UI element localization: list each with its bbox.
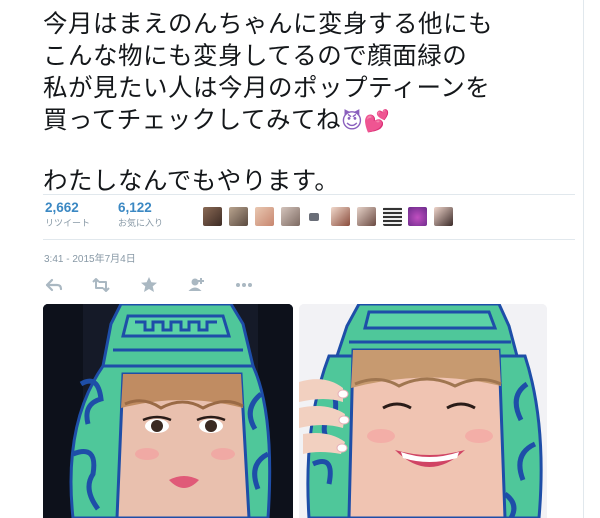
tweet-text-line-content: 買ってチェックしてみてね: [43, 105, 342, 134]
more-icon[interactable]: [234, 275, 254, 295]
favorite-count-link[interactable]: 6,122 お気に入り: [118, 200, 163, 229]
avatar[interactable]: [434, 207, 453, 226]
avatar[interactable]: [357, 207, 376, 226]
tweet-text-line: 今月はまえのんちゃんに変身する他にも: [43, 9, 493, 38]
tweet-timestamp[interactable]: 3:41 - 2015年7月4日: [44, 250, 136, 265]
retweet-icon[interactable]: [91, 275, 111, 295]
retweet-label: リツイート: [45, 219, 91, 229]
tweet-stats: 2,662 リツイート 6,122 お気に入り: [43, 194, 575, 240]
favorite-icon[interactable]: [139, 275, 159, 295]
avatar[interactable]: [383, 207, 402, 226]
avatar[interactable]: [203, 207, 222, 226]
follow-icon[interactable]: [186, 275, 206, 295]
retweet-count-link[interactable]: 2,662 リツイート: [45, 200, 90, 229]
tweet-text-line: こんな物にも変身してるので顔面緑の: [43, 41, 468, 70]
avatar[interactable]: [229, 207, 248, 226]
tweet-text: 今月はまえのんちゃんに変身する他にも こんな物にも変身してるので顔面緑の 私が見…: [43, 8, 563, 197]
tweet-photo-left[interactable]: [43, 304, 293, 518]
avatar[interactable]: [408, 207, 427, 226]
avatar[interactable]: [309, 213, 319, 221]
tweet-text-line: 私が見たい人は今月のポップティーンを: [43, 73, 491, 102]
timeline-border: [583, 0, 584, 518]
two-hearts-emoji-icon: 💕: [363, 109, 391, 133]
favorite-count: 6,122: [118, 200, 152, 215]
photo-illustration: [299, 304, 547, 518]
smiling-devil-emoji-icon: 😈: [341, 109, 364, 133]
tweet-text-line: わたしなんでもやります。: [43, 166, 340, 195]
photo-illustration: [43, 304, 293, 518]
retweet-count: 2,662: [45, 200, 79, 215]
avatar[interactable]: [281, 207, 300, 226]
avatar[interactable]: [331, 207, 350, 226]
avatar[interactable]: [255, 207, 274, 226]
tweet-text-line: 買ってチェックしてみてね😈💕: [43, 104, 563, 137]
reply-icon[interactable]: [44, 275, 64, 295]
tweet-photo-right[interactable]: [299, 304, 547, 518]
favorite-label: お気に入り: [118, 219, 164, 229]
